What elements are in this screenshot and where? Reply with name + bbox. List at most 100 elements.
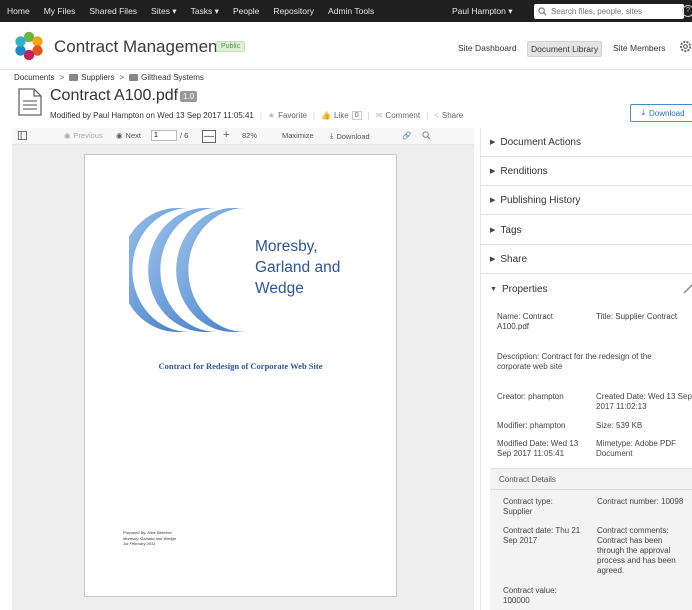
section-properties[interactable]: ▼ Properties xyxy=(481,275,692,304)
previous-page-button[interactable]: ◉ Previous xyxy=(64,131,103,140)
nav-sites-menu[interactable]: Sites ▾ xyxy=(144,6,184,17)
share-action[interactable]: < Share xyxy=(434,111,463,120)
viewer-toolbar: ◉Previous ◉Next / 6 — + 82% Maximize ⤓Do… xyxy=(12,128,474,145)
favorite-action[interactable]: ★ Favorite xyxy=(268,111,307,120)
nav-tasks-menu[interactable]: Tasks ▾ xyxy=(184,6,226,17)
property-created-date: Created Date: Wed 13 Sep 2017 11:02:13 xyxy=(596,392,692,411)
version-badge: 1.0 xyxy=(180,91,198,102)
page-total: / 6 xyxy=(180,131,189,140)
modified-info: Modified by Paul Hampton on Wed 13 Sep 2… xyxy=(50,111,254,120)
section-label: Document Actions xyxy=(500,136,581,148)
breadcrumb-gilthead-systems[interactable]: Gilthead Systems xyxy=(141,73,204,82)
user-menu[interactable]: Paul Hampton ▾ xyxy=(452,6,513,17)
document-details-panel: ▶ Document Actions ▶ Renditions ▶ Publishin… xyxy=(480,128,692,610)
document-file-icon xyxy=(18,88,42,116)
breadcrumb-separator-icon: > xyxy=(59,73,65,82)
nav-admin-tools[interactable]: Admin Tools xyxy=(321,6,381,16)
property-description: Description: Contract for the redesign o… xyxy=(497,352,652,371)
document-title: Contract A100.pdf xyxy=(50,87,179,104)
comment-action[interactable]: ✉ Comment xyxy=(376,111,420,120)
contract-details-block: Contract Details Contract type: Supplier… xyxy=(490,468,692,610)
property-mimetype: Mimetype: Adobe PDF Document xyxy=(596,439,677,458)
expand-triangle-icon: ▶ xyxy=(490,256,496,263)
property-modified-date: Modified Date: Wed 13 Sep 2017 11:05:41 xyxy=(497,439,579,458)
property-title: Title: Supplier Contract xyxy=(596,312,678,321)
edit-properties-icon[interactable] xyxy=(683,284,692,294)
site-title[interactable]: Contract Management xyxy=(54,37,222,57)
site-settings-gear-icon[interactable] xyxy=(679,40,692,53)
nav-people[interactable]: People xyxy=(226,6,266,16)
viewer-download-label: Download xyxy=(336,131,370,141)
link-icon[interactable]: 🔗 xyxy=(402,131,411,140)
section-document-actions[interactable]: ▶ Document Actions xyxy=(481,128,692,157)
next-page-button[interactable]: ◉ Next xyxy=(116,131,141,140)
prepared-by-line: 1st February 2011 xyxy=(123,541,156,546)
section-label: Share xyxy=(500,253,528,265)
viewer-search-icon[interactable] xyxy=(422,131,431,140)
section-share[interactable]: ▶ Share xyxy=(481,245,692,274)
breadcrumb-documents[interactable]: Documents xyxy=(14,73,54,82)
download-icon: ⤓ xyxy=(330,131,334,140)
document-viewer[interactable]: Moresby, Garland and Wedge Contract for … xyxy=(12,145,474,610)
breadcrumb-suppliers[interactable]: Suppliers xyxy=(81,73,114,82)
collapse-triangle-icon: ▼ xyxy=(490,286,497,293)
zoom-in-button[interactable]: + xyxy=(223,129,229,141)
section-label: Publishing History xyxy=(500,194,581,206)
section-renditions[interactable]: ▶ Renditions xyxy=(481,157,692,186)
help-icon[interactable]: ? xyxy=(682,5,692,17)
viewer-download-button[interactable]: ⤓ Download xyxy=(330,131,370,141)
property-modifier: Modifier: phampton xyxy=(497,421,566,430)
contract-heading: Contract for Redesign of Corporate Web S… xyxy=(158,361,323,371)
previous-icon: ◉ xyxy=(64,131,71,140)
section-tags[interactable]: ▶ Tags xyxy=(481,216,692,245)
folder-icon xyxy=(69,74,79,81)
company-name-line: Garland and xyxy=(255,259,341,276)
like-action[interactable]: 👍 Like 0 xyxy=(321,111,362,120)
global-search-box[interactable] xyxy=(534,4,684,19)
favorite-label: Favorite xyxy=(278,111,307,120)
previous-label: Previous xyxy=(73,131,103,140)
contract-number: Contract number: 10098 xyxy=(597,497,684,506)
nav-shared-files[interactable]: Shared Files xyxy=(82,6,144,16)
breadcrumb-separator-icon: > xyxy=(119,73,125,82)
download-button[interactable]: ⤓ Download xyxy=(630,104,692,122)
site-dashboard-link[interactable]: Site Dashboard xyxy=(455,41,520,55)
site-visibility-badge: Public xyxy=(216,41,246,52)
section-label: Tags xyxy=(500,224,522,236)
company-name-line: Moresby, xyxy=(255,238,318,255)
site-members-link[interactable]: Site Members xyxy=(610,41,668,55)
alfresco-logo-icon xyxy=(15,31,43,61)
document-library-link[interactable]: Document Library xyxy=(527,41,603,57)
contract-date: Contract date: Thu 21 Sep 2017 xyxy=(503,526,581,545)
search-input[interactable] xyxy=(551,7,671,16)
zoom-out-button[interactable]: — xyxy=(202,130,216,143)
contract-comments: Contract comments: Contract has been thr… xyxy=(597,526,676,575)
expand-triangle-icon: ▶ xyxy=(490,227,496,234)
company-name: Moresby, Garland and Wedge xyxy=(255,236,340,299)
site-header: Contract Management Public Site Dashboar… xyxy=(0,22,692,70)
share-icon: < xyxy=(434,111,439,120)
company-logo-arcs-icon xyxy=(129,208,245,332)
nav-my-files[interactable]: My Files xyxy=(37,6,83,16)
prepared-by-line: Prepared By: Alice Beecher xyxy=(123,530,172,535)
download-icon: ⤓ xyxy=(641,108,645,117)
property-creator: Creator: phampton xyxy=(497,392,564,401)
page-number-input[interactable] xyxy=(151,130,177,141)
like-count: 0 xyxy=(351,111,362,120)
property-size: Size: 539 KB xyxy=(596,421,643,430)
expand-triangle-icon: ▶ xyxy=(490,168,496,175)
share-label: Share xyxy=(441,111,464,120)
maximize-button[interactable]: Maximize xyxy=(282,131,314,140)
comment-label: Comment xyxy=(385,111,421,120)
company-name-line: Wedge xyxy=(255,280,304,297)
sidebar-toggle-icon[interactable] xyxy=(18,131,27,140)
page-selector: / 6 xyxy=(151,130,188,141)
pdf-page: Moresby, Garland and Wedge Contract for … xyxy=(84,154,397,597)
zoom-level[interactable]: 82% xyxy=(242,131,257,140)
expand-triangle-icon: ▶ xyxy=(490,139,496,146)
top-navigation-bar: Home My Files Shared Files Sites ▾ Tasks… xyxy=(0,0,692,22)
nav-home[interactable]: Home xyxy=(0,6,37,16)
nav-repository[interactable]: Repository xyxy=(266,6,321,16)
section-publishing-history[interactable]: ▶ Publishing History xyxy=(481,186,692,215)
comment-icon: ✉ xyxy=(375,111,383,120)
